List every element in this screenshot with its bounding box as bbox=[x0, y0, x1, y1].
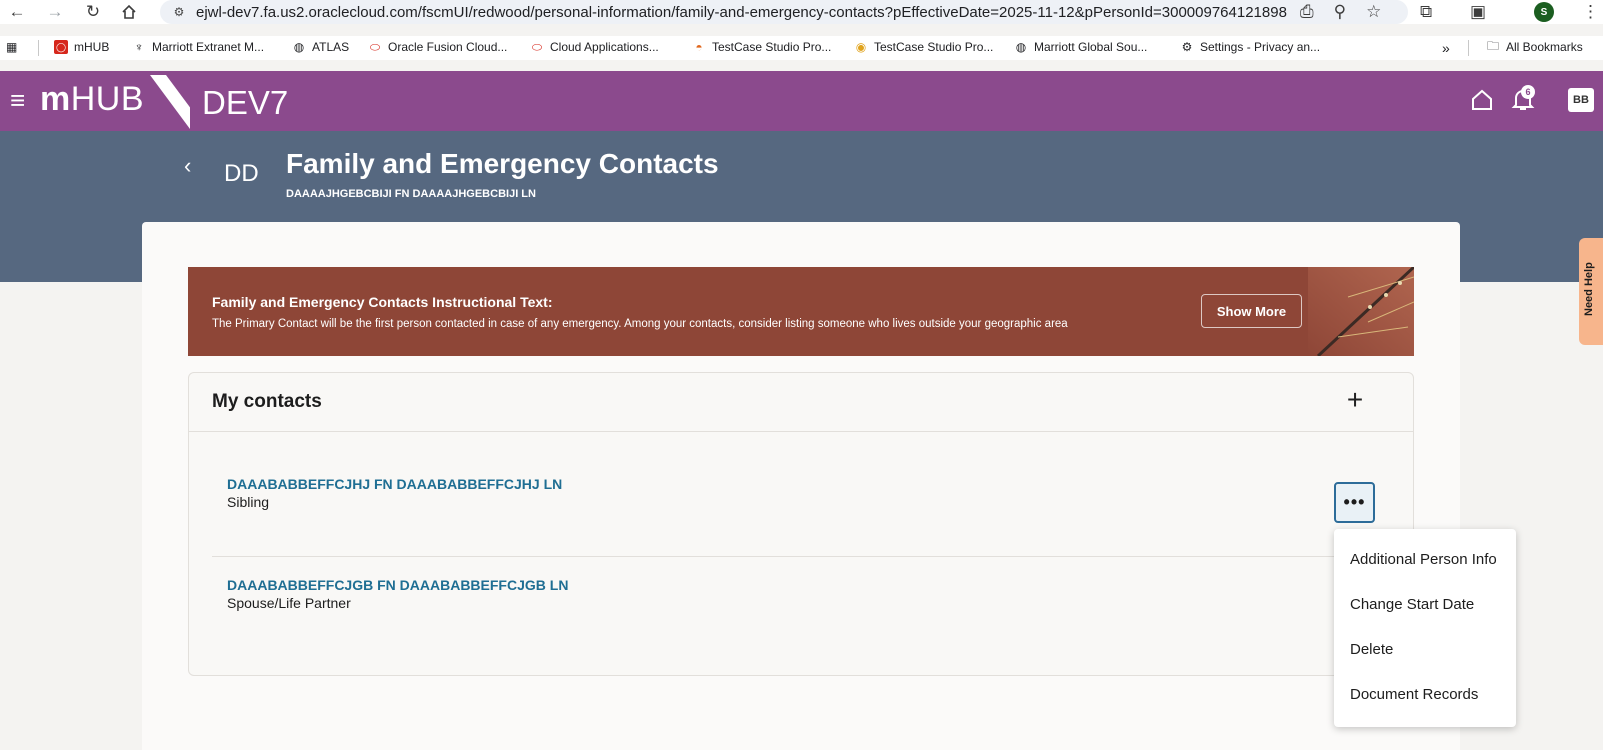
folder-icon: 🗀 bbox=[1486, 38, 1499, 53]
contact-actions-menu: Additional Person Info Change Start Date… bbox=[1334, 529, 1516, 727]
zoom-icon[interactable]: ⚲ bbox=[1334, 2, 1346, 22]
bookmark-label: Settings - Privacy an... bbox=[1200, 40, 1321, 54]
contacts-title: My contacts bbox=[212, 391, 322, 412]
person-name: DAAAAJHGEBCBIJI FN DAAAAJHGEBCBIJI LN bbox=[286, 188, 536, 200]
home-icon[interactable] bbox=[1470, 88, 1494, 112]
mhub-logo[interactable]: mHUB bbox=[40, 80, 144, 119]
logo-rest: HUB bbox=[70, 80, 145, 118]
bookmarks-bar: ▦ ◯ mHUB ♆ Marriott Extranet M... ◍ ATLAS ⬭… bbox=[0, 36, 1603, 60]
gear-icon: ⚙ bbox=[1181, 40, 1193, 54]
bookmark-label: Marriott Global Sou... bbox=[1034, 40, 1148, 54]
bookmark-item[interactable]: ⬭ Cloud Applications... bbox=[530, 39, 659, 55]
globe-icon: ◍ bbox=[1015, 40, 1027, 54]
contact-relationship: Spouse/Life Partner bbox=[227, 595, 351, 611]
oracle-icon: ⬭ bbox=[531, 39, 543, 54]
back-chevron-icon[interactable]: ‹ bbox=[184, 153, 191, 179]
url-text: ejwl-dev7.fa.us2.oraclecloud.com/fscmUI/… bbox=[196, 3, 1287, 21]
all-bookmarks-label: All Bookmarks bbox=[1506, 40, 1583, 54]
profile-avatar[interactable]: S bbox=[1534, 2, 1554, 22]
apps-grid-icon[interactable]: ▦ bbox=[6, 40, 17, 54]
need-help-tab[interactable]: Need Help bbox=[1579, 238, 1603, 345]
address-bar[interactable]: ⚙ ejwl-dev7.fa.us2.oraclecloud.com/fscmU… bbox=[160, 0, 1408, 24]
bookmark-separator bbox=[1468, 40, 1469, 56]
all-bookmarks-button[interactable]: 🗀 All Bookmarks bbox=[1486, 38, 1583, 55]
app-header: ≡ mHUB DEV7 6 BB bbox=[0, 71, 1603, 131]
extensions-icon[interactable]: ⧉ bbox=[1420, 2, 1432, 22]
banner-text: The Primary Contact will be the first pe… bbox=[212, 318, 1068, 330]
menu-item-additional-person-info[interactable]: Additional Person Info bbox=[1350, 551, 1497, 568]
page-title: Family and Emergency Contacts bbox=[286, 148, 719, 179]
oracle-icon: ⬭ bbox=[369, 39, 381, 54]
bookmark-item[interactable]: ⬭ Oracle Fusion Cloud... bbox=[368, 39, 508, 55]
menu-item-document-records[interactable]: Document Records bbox=[1350, 686, 1478, 703]
bookmark-item[interactable]: ◍ ATLAS bbox=[292, 40, 349, 54]
need-help-label: Need Help bbox=[1583, 262, 1595, 316]
instructional-banner: Family and Emergency Contacts Instructio… bbox=[188, 267, 1414, 356]
home-icon[interactable] bbox=[118, 2, 140, 22]
bookmark-label: TestCase Studio Pro... bbox=[874, 40, 994, 54]
menu-kebab-icon[interactable]: ⋮ bbox=[1582, 2, 1599, 22]
bookmark-label: TestCase Studio Pro... bbox=[712, 40, 832, 54]
forward-arrow-icon[interactable]: → bbox=[44, 2, 66, 22]
contact-relationship: Sibling bbox=[227, 494, 270, 510]
site-settings-icon[interactable]: ⚙ bbox=[168, 5, 190, 19]
person-initials: DD bbox=[224, 160, 259, 187]
row-divider bbox=[212, 556, 1392, 557]
bookmark-item[interactable]: ◓ TestCase Studio Pro... bbox=[692, 40, 831, 54]
bookmark-label: mHUB bbox=[74, 40, 110, 54]
logo-slash-shape bbox=[150, 75, 190, 129]
bookmark-item[interactable]: ◉ TestCase Studio Pro... bbox=[854, 40, 994, 54]
bookmark-item[interactable]: ♆ Marriott Extranet M... bbox=[132, 40, 265, 54]
marriott-icon: ♆ bbox=[134, 40, 144, 54]
add-contact-button[interactable]: + bbox=[1338, 385, 1372, 419]
browser-toolbar: ← → ↻ ⚙ ejwl-dev7.fa.us2.oraclecloud.com… bbox=[0, 0, 1603, 24]
bookmark-separator bbox=[38, 40, 39, 56]
bookmark-label: Marriott Extranet M... bbox=[152, 40, 265, 54]
bookmark-item[interactable]: ◯ mHUB bbox=[54, 40, 109, 54]
contact-actions-button[interactable]: ••• bbox=[1334, 482, 1375, 523]
reload-icon[interactable]: ↻ bbox=[82, 2, 104, 22]
bookmark-label: ATLAS bbox=[312, 40, 350, 54]
bookmark-label: Cloud Applications... bbox=[550, 40, 659, 54]
my-contacts-panel: My contacts + DAAABABBEFFCJHJ FN DAAABAB… bbox=[188, 372, 1414, 676]
globe-icon: ◍ bbox=[293, 40, 305, 54]
contacts-header: My contacts + bbox=[189, 373, 1413, 432]
testcase-icon: ◉ bbox=[855, 40, 867, 54]
bookmark-item[interactable]: ◍ Marriott Global Sou... bbox=[1014, 40, 1148, 54]
menu-item-delete[interactable]: Delete bbox=[1350, 641, 1393, 658]
user-avatar[interactable]: BB bbox=[1568, 88, 1594, 112]
show-more-button[interactable]: Show More bbox=[1201, 294, 1302, 328]
environment-label: DEV7 bbox=[202, 84, 289, 121]
banner-illustration bbox=[1308, 267, 1414, 356]
install-app-icon[interactable]: ⎙ bbox=[1300, 2, 1314, 22]
more-bookmarks-chevron-icon[interactable]: » bbox=[1442, 40, 1450, 56]
menu-item-change-start-date[interactable]: Change Start Date bbox=[1350, 596, 1474, 613]
oracle-icon: ◯ bbox=[54, 40, 68, 54]
star-icon[interactable]: ☆ bbox=[1366, 2, 1381, 22]
testcase-icon: ◓ bbox=[695, 40, 703, 54]
banner-title: Family and Emergency Contacts Instructio… bbox=[212, 294, 553, 310]
hamburger-menu-icon[interactable]: ≡ bbox=[10, 85, 25, 116]
contact-name-link[interactable]: DAAABABBEFFCJHJ FN DAAABABBEFFCJHJ LN bbox=[227, 476, 562, 492]
bookmark-label: Oracle Fusion Cloud... bbox=[388, 40, 508, 54]
notification-badge: 6 bbox=[1521, 85, 1535, 99]
logo-bold: m bbox=[40, 80, 71, 118]
reading-mode-icon[interactable]: ▣ bbox=[1470, 2, 1486, 22]
back-arrow-icon[interactable]: ← bbox=[6, 2, 28, 22]
bookmark-item[interactable]: ⚙ Settings - Privacy an... bbox=[1180, 40, 1320, 54]
contact-name-link[interactable]: DAAABABBEFFCJGB FN DAAABABBEFFCJGB LN bbox=[227, 577, 568, 593]
